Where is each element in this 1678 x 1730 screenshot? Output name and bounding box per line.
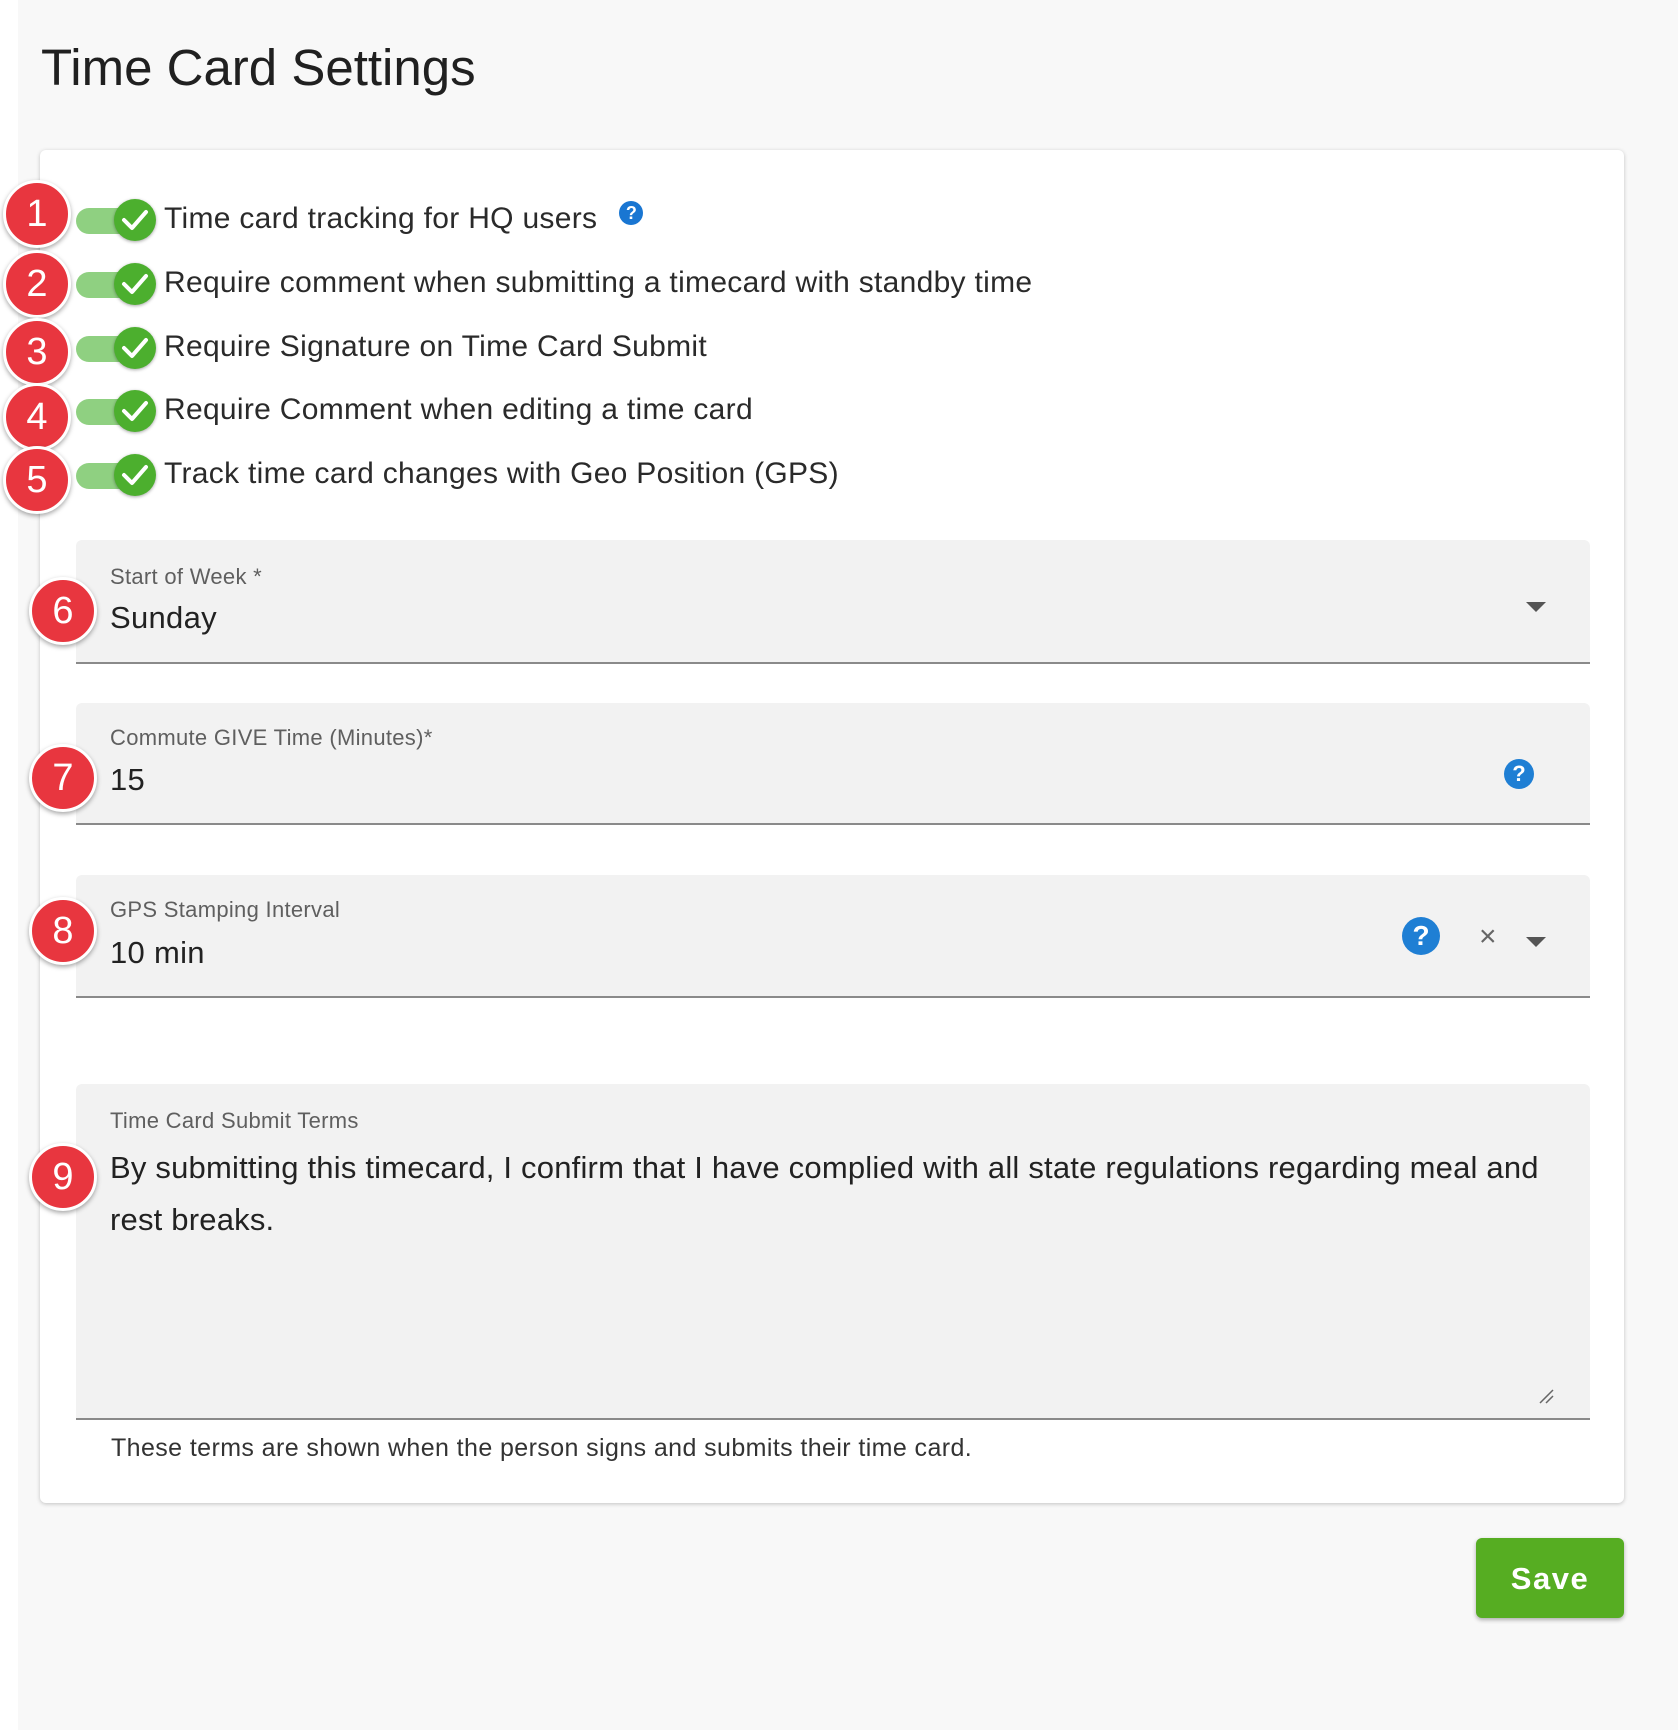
marker-4: 4 <box>3 383 71 451</box>
toggle-switch[interactable] <box>76 454 156 496</box>
check-icon <box>122 338 148 358</box>
marker-3: 3 <box>3 318 71 386</box>
help-icon[interactable]: ? <box>619 201 644 225</box>
toggle-label: Require Signature on Time Card Submit <box>164 330 708 363</box>
toggle-row-hq-tracking[interactable]: Time card tracking for HQ users ? <box>76 195 644 243</box>
start-of-week-select[interactable]: Start of Week * Sunday <box>76 540 1590 664</box>
textarea-value[interactable]: By submitting this timecard, I confirm t… <box>110 1142 1550 1246</box>
field-label: Time Card Submit Terms <box>110 1108 359 1133</box>
check-icon <box>122 210 148 230</box>
toggle-label: Require comment when submitting a timeca… <box>164 266 1033 299</box>
caret-down-icon[interactable] <box>1526 937 1546 947</box>
close-icon[interactable]: × <box>1479 922 1497 952</box>
page-title: Time Card Settings <box>41 39 476 96</box>
check-icon <box>122 274 148 294</box>
save-button[interactable]: Save <box>1476 1538 1624 1618</box>
marker-1: 1 <box>3 180 71 248</box>
toggle-switch[interactable] <box>76 390 156 432</box>
caret-down-icon[interactable] <box>1526 602 1546 612</box>
field-value: Sunday <box>110 600 217 635</box>
field-value: 15 <box>110 762 146 797</box>
marker-7: 7 <box>29 744 97 812</box>
toggle-label: Time card tracking for HQ users <box>164 202 598 235</box>
toggle-row-edit-comment[interactable]: Require Comment when editing a time card <box>76 386 753 434</box>
toggle-row-signature[interactable]: Require Signature on Time Card Submit <box>76 323 707 371</box>
toggle-switch[interactable] <box>76 199 156 241</box>
toggle-switch[interactable] <box>76 263 156 305</box>
toggle-row-gps-tracking[interactable]: Track time card changes with Geo Positio… <box>76 450 839 498</box>
help-icon[interactable]: ? <box>1504 759 1534 789</box>
commute-time-field[interactable]: Commute GIVE Time (Minutes)* 15 ? <box>76 703 1590 825</box>
marker-8: 8 <box>29 897 97 965</box>
field-label: Commute GIVE Time (Minutes)* <box>110 725 433 750</box>
field-label: Start of Week * <box>110 564 263 589</box>
toggle-label: Require Comment when editing a time card <box>164 393 753 426</box>
marker-5: 5 <box>3 446 71 514</box>
field-label: GPS Stamping Interval <box>110 897 341 922</box>
marker-2: 2 <box>3 250 71 318</box>
check-icon <box>122 465 148 485</box>
resize-handle-icon[interactable] <box>1538 1388 1554 1404</box>
submit-terms-hint: These terms are shown when the person si… <box>111 1434 973 1462</box>
toggle-switch[interactable] <box>76 327 156 369</box>
marker-6: 6 <box>29 577 97 645</box>
gps-interval-select[interactable]: GPS Stamping Interval 10 min ? × <box>76 875 1590 998</box>
marker-9: 9 <box>29 1143 97 1211</box>
check-icon <box>122 401 148 421</box>
field-value: 10 min <box>110 935 205 970</box>
help-icon[interactable]: ? <box>1402 917 1440 955</box>
toggle-row-standby-comment[interactable]: Require comment when submitting a timeca… <box>76 259 1032 307</box>
submit-terms-textarea[interactable]: Time Card Submit Terms By submitting thi… <box>76 1084 1590 1420</box>
toggle-label: Track time card changes with Geo Positio… <box>164 457 839 490</box>
